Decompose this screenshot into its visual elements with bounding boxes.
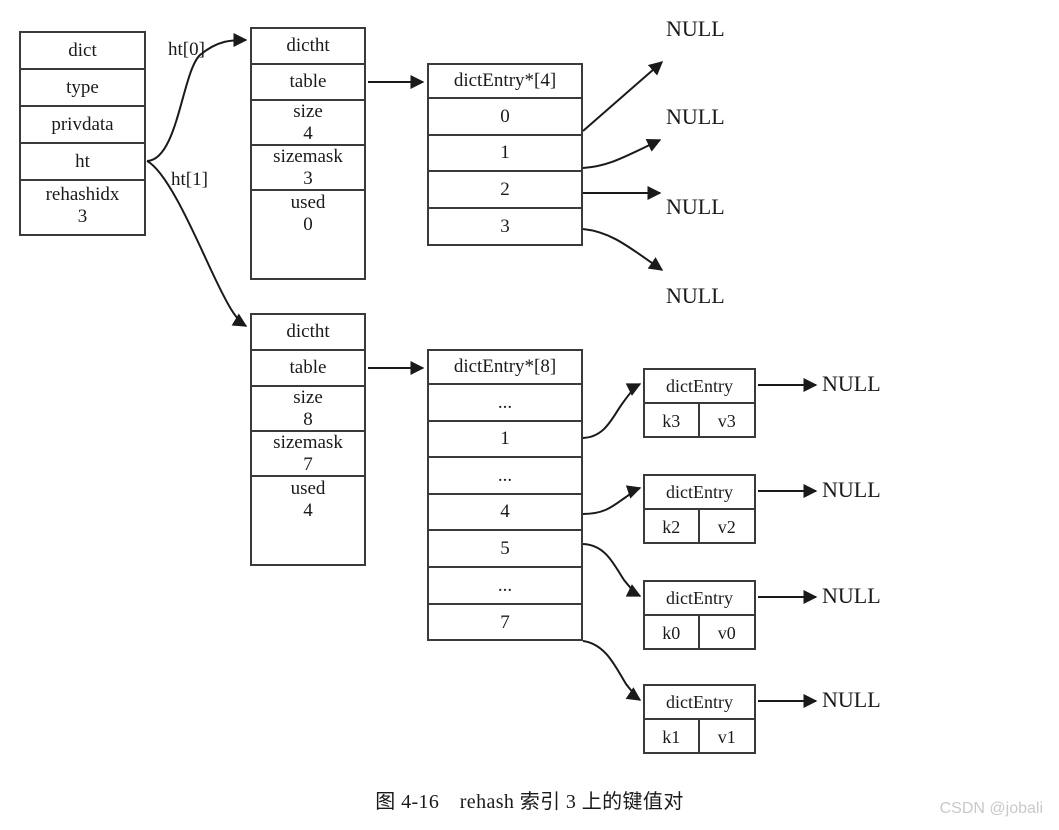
dictht0-field-size: size 4	[252, 101, 364, 146]
connector-ht1-slot7-entry	[582, 640, 642, 701]
entry-key-k3: k3	[645, 404, 700, 438]
connector-ht1-slot4-entry	[582, 485, 642, 515]
entry-title-k3: dictEntry	[645, 370, 754, 404]
entry-kv-k0: k0 v0	[645, 616, 754, 650]
ht0-slot-1: 1	[429, 136, 581, 173]
entry-value-v2: v2	[717, 516, 736, 537]
null-label-ht0-slot3: NULL	[666, 283, 725, 308]
entry-key-k2: k2	[645, 510, 700, 544]
ht1-slot-ellipsis-c: ...	[429, 568, 581, 605]
dict-entry-node-k3: dictEntry k3 v3	[643, 368, 756, 438]
null-label-ht0-slot0: NULL	[666, 16, 725, 41]
connector-ht0-slot0-null	[582, 61, 664, 132]
dictht0-title-row: dictht	[252, 29, 364, 65]
ht0-slot-2: 2	[429, 172, 581, 209]
entry-kv-k1: k1 v1	[645, 720, 754, 754]
ht0-slot-3: 3	[500, 216, 510, 238]
entry-value-v0: v0	[717, 622, 736, 643]
ht1-slot-5: 5	[429, 531, 581, 568]
dictht1-struct-box: dictht table size 8 sizemask 7 used 4	[250, 313, 366, 566]
dict-field-rehashidx: rehashidx 3	[21, 181, 144, 230]
dict-entry-node-k1: dictEntry k1 v1	[643, 684, 756, 754]
dictht0-field-used: used 0	[290, 192, 326, 235]
entry-value-v3: v3	[717, 410, 736, 431]
null-label-ht0-slot2: NULL	[666, 194, 725, 219]
figure-caption: 图 4-16 rehash 索引 3 上的键值对	[375, 791, 684, 813]
ht0-bucket-table: dictEntry*[4] 0 1 2 3	[427, 63, 583, 246]
null-label-entry-k0: NULL	[822, 583, 881, 608]
connector-ht0-slot3-null	[582, 228, 664, 271]
ht1-bucket-table: dictEntry*[8] ... 1 ... 4 5 ... 7	[427, 349, 583, 641]
dict-entry-node-k0: dictEntry k0 v0	[643, 580, 756, 650]
entry-key-k1: k1	[645, 720, 700, 754]
connector-ht0-slot1-null	[582, 139, 662, 169]
ht1-slot-1: 1	[429, 422, 581, 459]
dict-field-type: type	[21, 70, 144, 107]
ht1-slot-4: 4	[429, 495, 581, 532]
ht1-slot-ellipsis-a: ...	[429, 385, 581, 422]
entry-title-k2: dictEntry	[645, 476, 754, 510]
dict-title-row: dict	[21, 33, 144, 70]
label-ht1: ht[1]	[171, 169, 208, 190]
dictht1-field-sizemask: sizemask 7	[252, 432, 364, 477]
entry-title-k1: dictEntry	[645, 686, 754, 720]
dictht0-field-sizemask: sizemask 3	[252, 146, 364, 191]
null-label-ht0-slot1: NULL	[666, 104, 725, 129]
entry-value-v1: v1	[717, 726, 736, 747]
dict-field-ht: ht	[21, 144, 144, 181]
dictht1-field-used: used 4	[290, 478, 326, 521]
entry-title-k0: dictEntry	[645, 582, 754, 616]
ht0-table-header: dictEntry*[4]	[429, 65, 581, 99]
connector-ht1-slot5-entry	[582, 543, 642, 597]
dictht0-field-table: table	[252, 65, 364, 101]
null-label-entry-k2: NULL	[822, 477, 881, 502]
dictht0-struct-box: dictht table size 4 sizemask 3 used 0	[250, 27, 366, 280]
entry-kv-k3: k3 v3	[645, 404, 754, 438]
dictht1-field-table: table	[252, 351, 364, 387]
watermark-label: CSDN @jobali	[939, 800, 1043, 817]
dict-struct-box: dict type privdata ht rehashidx 3	[19, 31, 146, 236]
null-label-entry-k3: NULL	[822, 371, 881, 396]
dict-field-privdata: privdata	[21, 107, 144, 144]
null-label-entry-k1: NULL	[822, 687, 881, 712]
dictht1-title-row: dictht	[252, 315, 364, 351]
entry-kv-k2: k2 v2	[645, 510, 754, 544]
dict-rehashidx-text: rehashidx 3	[45, 184, 120, 227]
ht1-slot-ellipsis-b: ...	[429, 458, 581, 495]
ht0-slot-0: 0	[429, 99, 581, 136]
label-ht0: ht[0]	[168, 39, 205, 60]
entry-key-k0: k0	[645, 616, 700, 650]
ht1-slot-7: 7	[500, 612, 510, 634]
dictht1-field-size: size 8	[252, 387, 364, 432]
dict-entry-node-k2: dictEntry k2 v2	[643, 474, 756, 544]
connector-ht1-slot1-entry	[582, 383, 642, 439]
ht1-table-header: dictEntry*[8]	[429, 351, 581, 385]
